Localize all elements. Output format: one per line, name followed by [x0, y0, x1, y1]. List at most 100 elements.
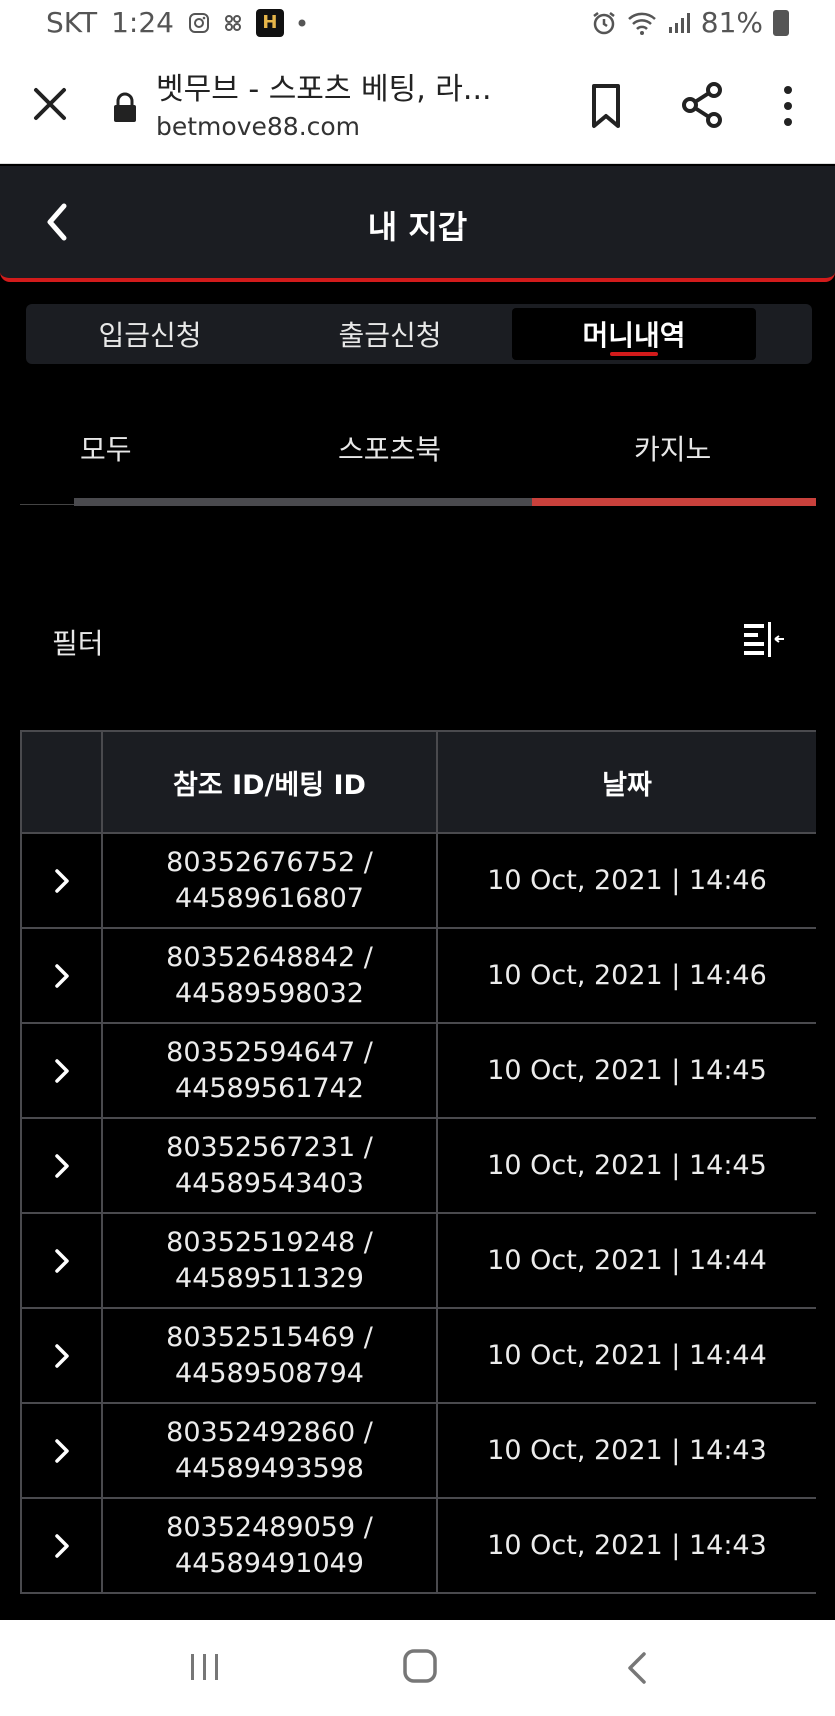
tab-withdrawal-request[interactable]: 출금신청	[270, 308, 510, 360]
chevron-right-icon[interactable]	[53, 1057, 71, 1085]
battery-icon	[773, 9, 789, 36]
header-reference-id: 참조 ID/베팅 ID	[101, 730, 438, 834]
chevron-right-icon[interactable]	[53, 867, 71, 895]
tab-money-history[interactable]: 머니내역	[512, 308, 756, 360]
subtab-indicator-track	[20, 498, 816, 506]
status-right: 81%	[591, 6, 789, 39]
ref-id: 80352648842 /	[166, 941, 373, 973]
page-url[interactable]: betmove88.com	[156, 112, 360, 141]
table-row[interactable]: 80352519248 / 44589511329 10 Oct, 2021 | …	[20, 1212, 816, 1309]
system-back-icon[interactable]	[624, 1650, 650, 1686]
table-row[interactable]: 80352492860 / 44589493598 10 Oct, 2021 | …	[20, 1402, 816, 1499]
app-notification-icon	[224, 14, 242, 32]
expand-cell[interactable]	[20, 1212, 103, 1309]
app-header: 내 지갑	[0, 166, 835, 282]
date-cell: 10 Oct, 2021 | 14:43	[436, 1402, 816, 1499]
bet-id: 44589543403	[175, 1167, 364, 1199]
signal-icon	[667, 11, 691, 35]
reference-id-cell: 80352676752 / 44589616807	[101, 832, 438, 929]
home-icon[interactable]	[402, 1648, 438, 1684]
active-subtab-indicator	[532, 498, 816, 506]
wifi-icon	[627, 11, 657, 35]
money-history-table: 참조 ID/베팅 ID 날짜 80352676752 / 44589616807 …	[20, 730, 816, 1596]
date-cell: 10 Oct, 2021 | 14:44	[436, 1307, 816, 1404]
chevron-right-icon[interactable]	[53, 1437, 71, 1465]
chevron-right-icon[interactable]	[53, 962, 71, 990]
bookmark-icon[interactable]	[586, 82, 626, 130]
more-notifications-dot-icon	[298, 19, 306, 27]
tab-money-history-label: 머니내역	[582, 319, 686, 352]
expand-cell[interactable]	[20, 927, 103, 1024]
filter-collapse-icon[interactable]	[742, 620, 786, 658]
ref-id: 80352519248 /	[166, 1226, 373, 1258]
date-cell: 10 Oct, 2021 | 14:43	[436, 1497, 816, 1594]
carrier-label: SKT	[46, 6, 98, 39]
header-expand	[20, 730, 103, 834]
date-cell: 10 Oct, 2021 | 14:45	[436, 1117, 816, 1214]
reference-id-cell: 80352515469 / 44589508794	[101, 1307, 438, 1404]
subtab-all[interactable]: 모두	[80, 428, 132, 468]
more-options-icon[interactable]	[776, 82, 800, 130]
alarm-icon	[591, 10, 617, 36]
ref-id: 80352489059 /	[166, 1511, 373, 1543]
ref-id: 80352594647 /	[166, 1036, 373, 1068]
subtab-sportsbook[interactable]: 스포츠북	[338, 428, 441, 468]
reference-id-cell: 80352519248 / 44589511329	[101, 1212, 438, 1309]
expand-cell[interactable]	[20, 832, 103, 929]
expand-cell[interactable]	[20, 1497, 103, 1594]
chevron-right-icon[interactable]	[53, 1532, 71, 1560]
date-cell: 10 Oct, 2021 | 14:46	[436, 927, 816, 1024]
bet-id: 44589508794	[175, 1357, 364, 1389]
expand-cell[interactable]	[20, 1402, 103, 1499]
table-row[interactable]: 80352594647 / 44589561742 10 Oct, 2021 | …	[20, 1022, 816, 1119]
ref-id: 80352492860 /	[166, 1416, 373, 1448]
table-row[interactable]: 80352676752 / 44589616807 10 Oct, 2021 | …	[20, 832, 816, 929]
reference-id-cell: 80352594647 / 44589561742	[101, 1022, 438, 1119]
battery-percent: 81%	[700, 6, 763, 39]
status-bar: SKT 1:24 H 81%	[0, 0, 835, 52]
lock-icon	[114, 92, 136, 122]
date-cell: 10 Oct, 2021 | 14:46	[436, 832, 816, 929]
status-left: SKT 1:24 H	[46, 6, 306, 39]
share-icon[interactable]	[678, 80, 726, 130]
wallet-tabs: 입금신청 출금신청 머니내역	[26, 304, 812, 364]
recent-apps-icon[interactable]	[188, 1650, 222, 1684]
chevron-right-icon[interactable]	[53, 1247, 71, 1275]
h-app-icon: H	[255, 8, 284, 37]
browser-toolbar: 벳무브 - 스포츠 베팅, 라... betmove88.com	[0, 52, 835, 164]
table-row[interactable]: 80352648842 / 44589598032 10 Oct, 2021 | …	[20, 927, 816, 1024]
expand-cell[interactable]	[20, 1022, 103, 1119]
chevron-right-icon[interactable]	[53, 1342, 71, 1370]
chevron-right-icon[interactable]	[53, 1152, 71, 1180]
ref-id: 80352567231 /	[166, 1131, 373, 1163]
header-title: 내 지갑	[367, 208, 468, 246]
expand-cell[interactable]	[20, 1307, 103, 1404]
expand-cell[interactable]	[20, 1117, 103, 1214]
close-icon[interactable]	[30, 84, 70, 124]
table-row[interactable]: 80352515469 / 44589508794 10 Oct, 2021 | …	[20, 1307, 816, 1404]
active-tab-indicator	[610, 352, 658, 356]
reference-id-cell: 80352648842 / 44589598032	[101, 927, 438, 1024]
ref-id: 80352676752 /	[166, 846, 373, 878]
subtab-casino[interactable]: 카지노	[634, 428, 711, 468]
instagram-icon	[188, 12, 210, 34]
ref-id: 80352515469 /	[166, 1321, 373, 1353]
bet-id: 44589493598	[175, 1452, 364, 1484]
table-row[interactable]: 80352567231 / 44589543403 10 Oct, 2021 | …	[20, 1117, 816, 1214]
track-segment	[74, 498, 532, 506]
bet-id: 44589598032	[175, 977, 364, 1009]
header-date: 날짜	[436, 730, 816, 834]
reference-id-cell: 80352567231 / 44589543403	[101, 1117, 438, 1214]
table-row[interactable]: 80352489059 / 44589491049 10 Oct, 2021 | …	[20, 1497, 816, 1594]
tab-deposit-request[interactable]: 입금신청	[30, 308, 270, 360]
clock-label: 1:24	[111, 6, 174, 39]
bet-id: 44589616807	[175, 882, 364, 914]
bet-id: 44589511329	[175, 1262, 364, 1294]
track-segment	[20, 504, 74, 505]
table-header-row: 참조 ID/베팅 ID 날짜	[20, 730, 816, 834]
date-cell: 10 Oct, 2021 | 14:45	[436, 1022, 816, 1119]
system-nav-bar	[0, 1620, 835, 1716]
date-cell: 10 Oct, 2021 | 14:44	[436, 1212, 816, 1309]
bet-id: 44589561742	[175, 1072, 364, 1104]
reference-id-cell: 80352489059 / 44589491049	[101, 1497, 438, 1594]
